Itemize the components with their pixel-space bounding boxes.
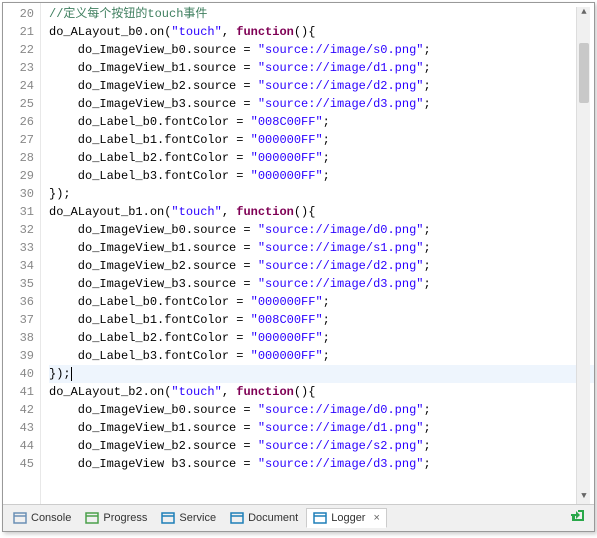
editor-window: 2021222324252627282930313233343536373839…: [2, 2, 595, 532]
code-line[interactable]: do_ImageView_b3.source = "source://image…: [49, 275, 594, 293]
code-line[interactable]: //定义每个按钮的touch事件: [49, 5, 594, 23]
scroll-up-arrow[interactable]: ▲: [577, 7, 591, 21]
line-number: 25: [3, 95, 40, 113]
line-number: 20: [3, 5, 40, 23]
code-line[interactable]: do_ALayout_b0.on("touch", function(){: [49, 23, 594, 41]
code-line[interactable]: do_Label_b0.fontColor = "008C00FF";: [49, 113, 594, 131]
line-number: 24: [3, 77, 40, 95]
code-line[interactable]: do_Label_b2.fontColor = "000000FF";: [49, 329, 594, 347]
line-number: 45: [3, 455, 40, 473]
progress-icon: [85, 512, 99, 524]
line-number: 32: [3, 221, 40, 239]
code-line[interactable]: do_Label_b1.fontColor = "008C00FF";: [49, 311, 594, 329]
line-number: 42: [3, 401, 40, 419]
code-line[interactable]: do_Label_b2.fontColor = "000000FF";: [49, 149, 594, 167]
code-line[interactable]: });: [49, 365, 594, 383]
line-number: 36: [3, 293, 40, 311]
scroll-down-arrow[interactable]: ▼: [577, 491, 591, 504]
code-line[interactable]: });: [49, 185, 594, 203]
code-line[interactable]: do_ImageView_b0.source = "source://image…: [49, 221, 594, 239]
code-editor[interactable]: 2021222324252627282930313233343536373839…: [3, 3, 594, 504]
line-number: 43: [3, 419, 40, 437]
tab-progress[interactable]: Progress: [79, 509, 153, 527]
tab-logger[interactable]: Logger ×: [306, 508, 387, 528]
line-number: 39: [3, 347, 40, 365]
bottom-tabs-bar: Console Progress Service Document Logger ×: [3, 504, 594, 531]
code-line[interactable]: do_Label_b3.fontColor = "000000FF";: [49, 347, 594, 365]
code-line[interactable]: do_Label_b1.fontColor = "000000FF";: [49, 131, 594, 149]
line-number: 21: [3, 23, 40, 41]
close-icon[interactable]: ×: [373, 512, 379, 524]
line-number: 38: [3, 329, 40, 347]
line-number: 22: [3, 41, 40, 59]
code-line[interactable]: do_ImageView_b3.source = "source://image…: [49, 95, 594, 113]
code-line[interactable]: do_ImageView_b0.source = "source://image…: [49, 41, 594, 59]
line-number: 30: [3, 185, 40, 203]
line-number: 41: [3, 383, 40, 401]
line-number: 44: [3, 437, 40, 455]
code-line[interactable]: do_ImageView b3.source = "source://image…: [49, 455, 594, 473]
line-number: 27: [3, 131, 40, 149]
tab-label: Progress: [103, 512, 147, 524]
service-icon: [161, 512, 175, 524]
code-line[interactable]: do_ImageView_b1.source = "source://image…: [49, 239, 594, 257]
code-line[interactable]: do_Label_b3.fontColor = "000000FF";: [49, 167, 594, 185]
tab-console[interactable]: Console: [7, 509, 77, 527]
line-number: 34: [3, 257, 40, 275]
document-icon: [230, 512, 244, 524]
line-gutter: 2021222324252627282930313233343536373839…: [3, 3, 41, 504]
line-number: 28: [3, 149, 40, 167]
code-line[interactable]: do_ImageView_b0.source = "source://image…: [49, 401, 594, 419]
code-line[interactable]: do_ImageView_b2.source = "source://image…: [49, 257, 594, 275]
logger-icon: [313, 512, 327, 524]
tab-label: Document: [248, 512, 298, 524]
line-number: 29: [3, 167, 40, 185]
code-line[interactable]: do_ALayout_b2.on("touch", function(){: [49, 383, 594, 401]
line-number: 31: [3, 203, 40, 221]
code-line[interactable]: do_ImageView_b1.source = "source://image…: [49, 419, 594, 437]
tab-label: Console: [31, 512, 71, 524]
line-number: 40: [3, 365, 40, 383]
tab-service[interactable]: Service: [155, 509, 222, 527]
tab-label: Logger: [331, 512, 365, 524]
tab-label: Service: [179, 512, 216, 524]
line-number: 37: [3, 311, 40, 329]
vertical-scrollbar[interactable]: ▲ ▼: [576, 7, 590, 504]
tab-document[interactable]: Document: [224, 509, 304, 527]
scroll-thumb[interactable]: [579, 43, 589, 103]
code-line[interactable]: do_Label_b0.fontColor = "000000FF";: [49, 293, 594, 311]
code-line[interactable]: do_ImageView_b2.source = "source://image…: [49, 77, 594, 95]
line-number: 23: [3, 59, 40, 77]
line-number: 26: [3, 113, 40, 131]
line-number: 35: [3, 275, 40, 293]
code-line[interactable]: do_ALayout_b1.on("touch", function(){: [49, 203, 594, 221]
text-cursor: [71, 367, 72, 381]
code-line[interactable]: do_ImageView_b1.source = "source://image…: [49, 59, 594, 77]
share-icon[interactable]: [570, 509, 590, 528]
code-content[interactable]: //定义每个按钮的touch事件do_ALayout_b0.on("touch"…: [41, 3, 594, 504]
console-icon: [13, 512, 27, 524]
code-line[interactable]: do_ImageView_b2.source = "source://image…: [49, 437, 594, 455]
line-number: 33: [3, 239, 40, 257]
